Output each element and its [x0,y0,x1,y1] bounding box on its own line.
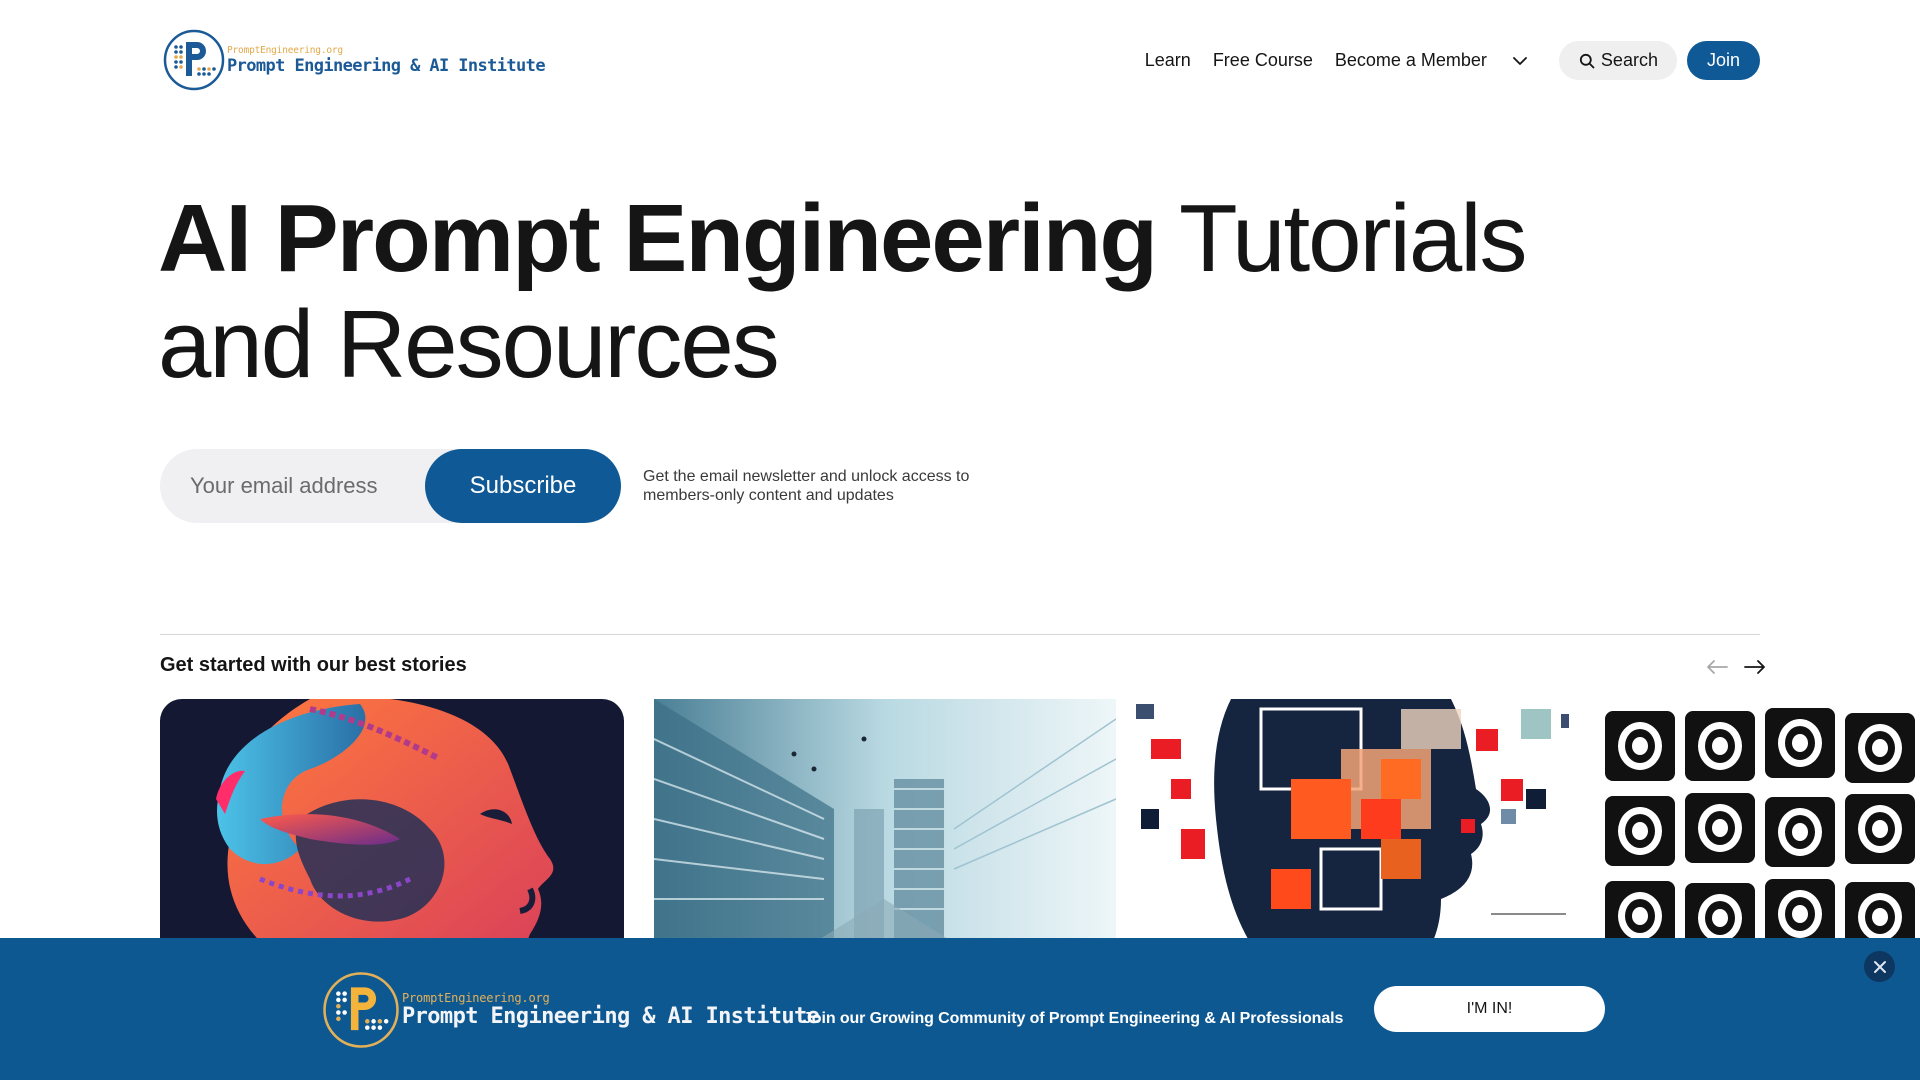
nav-become-member[interactable]: Become a Member [1335,50,1487,71]
stories-heading: Get started with our best stories [160,654,467,677]
search-icon [1579,53,1595,68]
logo-mark-icon [163,29,225,91]
story-image-pattern [1601,699,1920,939]
banner-logo-domain: PromptEngineering.org [402,991,550,1005]
subscribe-note: Get the email newsletter and unlock acce… [643,468,970,504]
join-button[interactable]: Join [1686,41,1760,80]
story-card[interactable] [1121,699,1583,939]
search-label: Search [1600,50,1658,70]
subscribe-button[interactable]: Subscribe [425,449,621,523]
arrow-left-icon [1707,660,1728,674]
subscribe-form: Subscribe [160,449,621,523]
email-input[interactable] [160,449,400,523]
carousel-prev-button[interactable] [1704,655,1730,679]
page-title-light-1: Tutorials [1156,185,1528,292]
stories-carousel [160,699,1920,939]
story-card[interactable] [654,699,1116,939]
banner-logo-mark-icon [323,972,399,1048]
section-divider [160,634,1760,635]
main-nav: Learn Free Course Become a Member Search… [1145,41,1760,80]
banner-logo: PromptEngineering.org Prompt Engineering… [322,971,820,1049]
logo-name: Prompt Engineering & AI Institute [227,55,546,76]
search-button[interactable]: Search [1558,41,1677,80]
page-title: AI Prompt Engineering Tutorials and Resou… [158,186,1658,398]
story-image-city [654,699,1116,939]
banner-logo-name: Prompt Engineering & AI Institute [402,1004,820,1029]
logo-domain: PromptEngineering.org [227,44,343,56]
site-logo[interactable]: PromptEngineering.org Prompt Engineering… [163,29,546,91]
subscribe-section: Subscribe Get the email newsletter and u… [160,449,1003,523]
chevron-down-icon[interactable] [1511,52,1529,70]
story-card[interactable] [1601,699,1920,939]
story-image-mosaic-head [1121,699,1583,939]
banner-close-button[interactable] [1864,951,1895,982]
close-icon [1873,960,1886,973]
story-image-face [160,699,624,939]
carousel-nav [1704,655,1768,679]
nav-learn[interactable]: Learn [1145,50,1191,71]
stories-heading-bold: best stories [354,654,467,676]
membership-banner: PromptEngineering.org Prompt Engineering… [0,938,1920,1080]
im-in-button[interactable]: I'M IN! [1374,986,1605,1032]
page-title-light-2: and Resources [158,291,780,398]
arrow-right-icon [1744,660,1765,674]
banner-message: Join our Growing Community of Prompt Eng… [803,1010,1344,1027]
stories-heading-prefix: Get started with our [160,654,355,676]
nav-free-course[interactable]: Free Course [1213,50,1313,71]
carousel-next-button[interactable] [1742,655,1768,679]
page-title-bold: AI Prompt Engineering [158,185,1158,292]
site-header: PromptEngineering.org Prompt Engineering… [0,0,1920,120]
story-card[interactable] [160,699,624,939]
